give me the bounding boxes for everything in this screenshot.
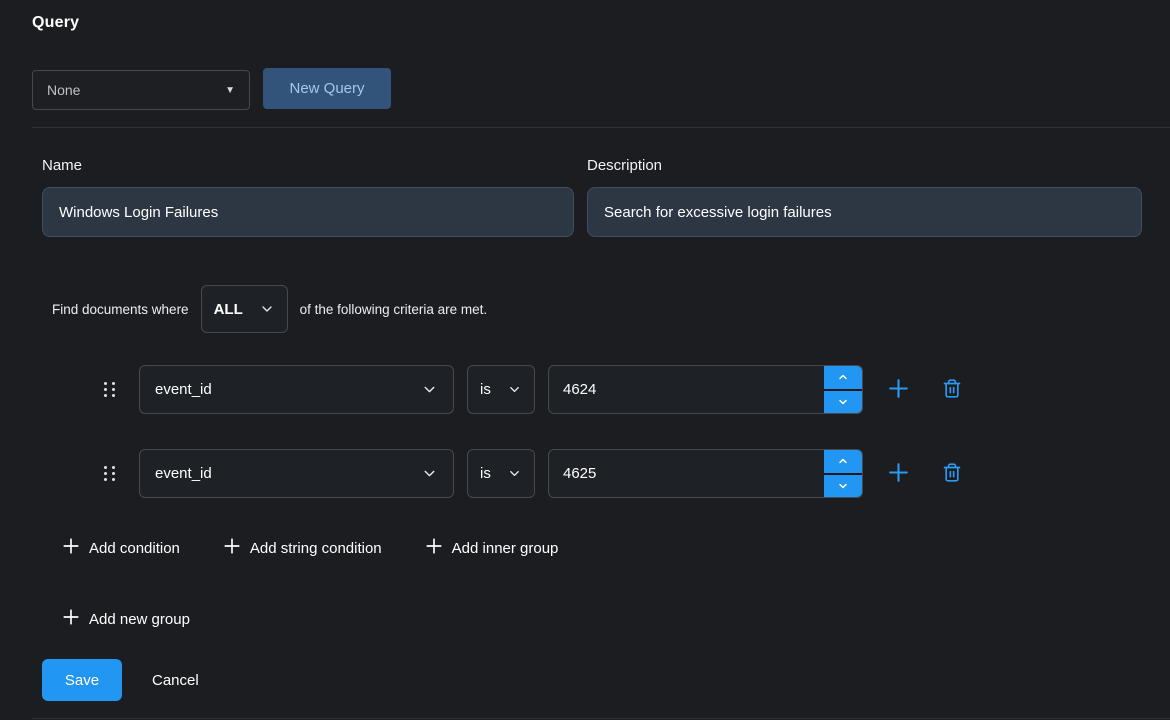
plus-icon (425, 537, 443, 559)
decrement-button[interactable] (824, 391, 862, 414)
top-divider (32, 127, 1170, 128)
save-button[interactable]: Save (42, 659, 122, 701)
operator-select-value: is (480, 465, 491, 482)
add-string-condition-button[interactable]: Add string condition (223, 537, 382, 559)
delete-row-button[interactable] (942, 462, 962, 486)
add-new-group-label: Add new group (89, 611, 190, 628)
add-inner-group-button[interactable]: Add inner group (425, 537, 559, 559)
description-label: Description (587, 157, 662, 174)
add-group-row: Add new group (62, 605, 190, 633)
query-builder-page: Query None ▼ New Query Name Description … (0, 0, 1170, 720)
drag-handle-icon[interactable] (104, 466, 120, 481)
increment-button[interactable] (824, 450, 862, 475)
plus-icon (886, 460, 911, 488)
add-new-group-button[interactable]: Add new group (62, 608, 190, 630)
saved-query-select-value: None (47, 82, 80, 98)
number-spinner (824, 450, 862, 497)
condition-row: event_id is (104, 365, 962, 414)
operator-select-value: is (480, 381, 491, 398)
add-row-button[interactable] (886, 460, 911, 488)
criteria-line: Find documents where ALL of the followin… (52, 285, 487, 333)
plus-icon (886, 376, 911, 404)
chevron-down-icon (507, 466, 522, 481)
drag-handle-icon[interactable] (104, 382, 120, 397)
add-row-button[interactable] (886, 376, 911, 404)
increment-button[interactable] (824, 366, 862, 391)
chevron-down-icon (421, 465, 438, 482)
operator-select[interactable]: is (467, 365, 535, 414)
page-title: Query (32, 14, 79, 32)
saved-query-select[interactable]: None ▼ (32, 70, 250, 110)
name-input[interactable] (42, 187, 574, 237)
chevron-down-icon (421, 381, 438, 398)
name-label: Name (42, 157, 82, 174)
field-select[interactable]: event_id (139, 449, 454, 498)
plus-icon (223, 537, 241, 559)
decrement-button[interactable] (824, 475, 862, 498)
value-input[interactable] (549, 450, 824, 497)
description-input[interactable] (587, 187, 1142, 237)
match-type-select[interactable]: ALL (201, 285, 288, 333)
dropdown-caret-icon: ▼ (225, 85, 235, 96)
match-type-value: ALL (214, 301, 243, 318)
plus-icon (62, 608, 80, 630)
delete-row-button[interactable] (942, 378, 962, 402)
value-input[interactable] (549, 366, 824, 413)
add-links-row: Add condition Add string condition Add i… (62, 534, 558, 562)
criteria-prefix: Find documents where (52, 302, 189, 317)
bottom-divider (32, 718, 1170, 719)
cancel-button[interactable]: Cancel (152, 659, 199, 701)
trash-icon (942, 462, 962, 486)
number-spinner (824, 366, 862, 413)
trash-icon (942, 378, 962, 402)
condition-value-field (548, 365, 863, 414)
add-condition-button[interactable]: Add condition (62, 537, 180, 559)
field-select-value: event_id (155, 465, 212, 482)
condition-value-field (548, 449, 863, 498)
field-select[interactable]: event_id (139, 365, 454, 414)
field-select-value: event_id (155, 381, 212, 398)
chevron-down-icon (259, 301, 275, 317)
new-query-button[interactable]: New Query (263, 68, 391, 109)
condition-row: event_id is (104, 449, 962, 498)
plus-icon (62, 537, 80, 559)
add-condition-label: Add condition (89, 540, 180, 557)
chevron-down-icon (507, 382, 522, 397)
add-inner-group-label: Add inner group (452, 540, 559, 557)
add-string-condition-label: Add string condition (250, 540, 382, 557)
operator-select[interactable]: is (467, 449, 535, 498)
criteria-suffix: of the following criteria are met. (300, 302, 488, 317)
